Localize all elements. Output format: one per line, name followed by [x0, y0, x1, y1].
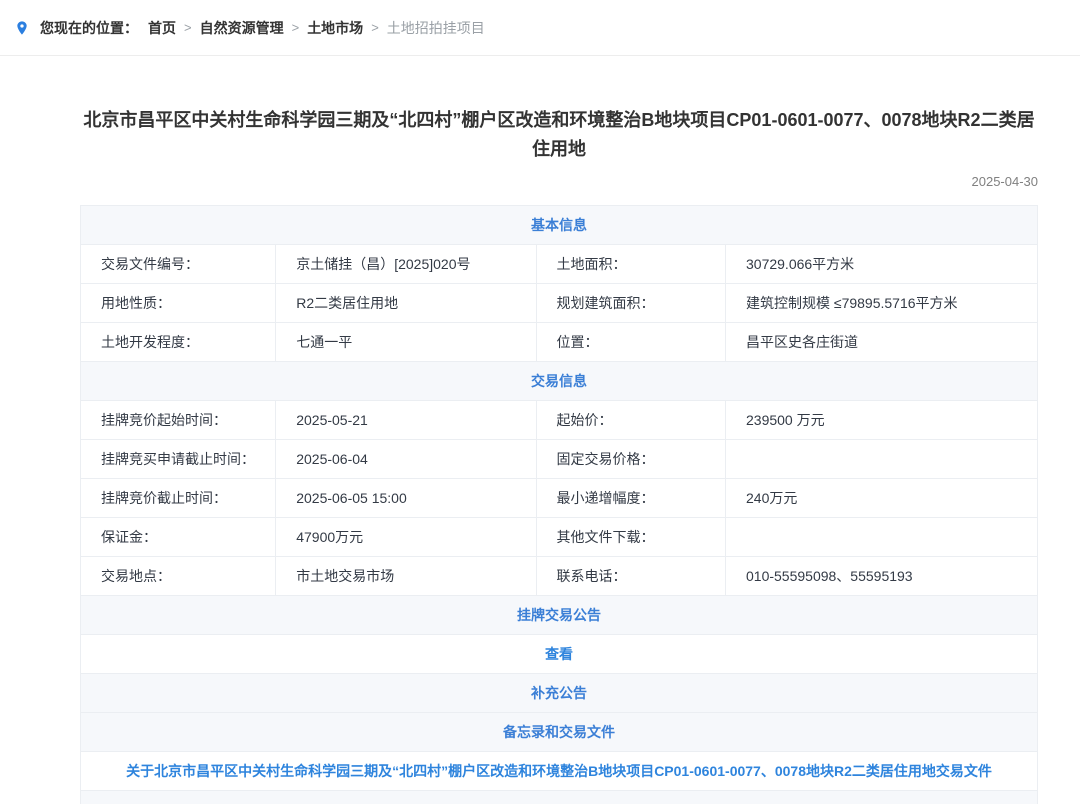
field-label: 联系电话： — [536, 556, 725, 595]
breadcrumb-item-4: 土地招拍挂项目 — [387, 18, 485, 38]
breadcrumb-item-2[interactable]: 自然资源管理 — [200, 18, 284, 38]
main-content: 北京市昌平区中关村生命科学园三期及“北四村”棚户区改造和环境整治B地块项目CP0… — [80, 56, 1038, 804]
field-value: 30729.066平方米 — [726, 244, 1038, 283]
field-value: 2025-05-21 — [276, 400, 536, 439]
field-label: 规划建筑面积： — [536, 283, 725, 322]
field-label: 挂牌竞价截止时间： — [81, 478, 276, 517]
document-link[interactable]: 查看 — [545, 646, 573, 662]
link-row: 查看 — [81, 634, 1038, 673]
breadcrumb-item-3[interactable]: 土地市场 — [307, 18, 363, 38]
table-row: 交易文件编号：京土储挂（昌）[2025]020号土地面积：30729.066平方… — [81, 244, 1038, 283]
field-label: 交易地点： — [81, 556, 276, 595]
field-value: 昌平区史各庄街道 — [726, 322, 1038, 361]
field-value: 240万元 — [726, 478, 1038, 517]
field-value: 010-55595098、55595193 — [726, 556, 1038, 595]
field-value: R2二类居住用地 — [276, 283, 536, 322]
section-row — [81, 790, 1038, 804]
info-table-body: 基本信息交易文件编号：京土储挂（昌）[2025]020号土地面积：30729.0… — [81, 205, 1038, 804]
section-row: 挂牌交易公告 — [81, 595, 1038, 634]
document-link[interactable]: 关于北京市昌平区中关村生命科学园三期及“北四村”棚户区改造和环境整治B地块项目C… — [126, 763, 992, 779]
breadcrumb-separator: > — [184, 20, 192, 35]
field-value — [726, 517, 1038, 556]
location-pin-icon — [14, 20, 30, 36]
field-value — [726, 439, 1038, 478]
section-row: 交易信息 — [81, 361, 1038, 400]
field-label: 挂牌竞买申请截止时间： — [81, 439, 276, 478]
field-label: 土地面积： — [536, 244, 725, 283]
link-row: 关于北京市昌平区中关村生命科学园三期及“北四村”棚户区改造和环境整治B地块项目C… — [81, 751, 1038, 790]
section-header: 备忘录和交易文件 — [503, 724, 615, 740]
breadcrumb-separator: > — [371, 20, 379, 35]
table-row: 保证金：47900万元其他文件下载： — [81, 517, 1038, 556]
field-label: 保证金： — [81, 517, 276, 556]
field-value: 建筑控制规模 ≤79895.5716平方米 — [726, 283, 1038, 322]
field-label: 最小递增幅度： — [536, 478, 725, 517]
field-label: 其他文件下载： — [536, 517, 725, 556]
section-row: 补充公告 — [81, 673, 1038, 712]
field-value: 市土地交易市场 — [276, 556, 536, 595]
table-row: 交易地点：市土地交易市场联系电话：010-55595098、55595193 — [81, 556, 1038, 595]
table-row: 土地开发程度：七通一平位置：昌平区史各庄街道 — [81, 322, 1038, 361]
field-value: 2025-06-04 — [276, 439, 536, 478]
breadcrumb-prefix: 您现在的位置： — [40, 18, 138, 38]
table-row: 挂牌竞价起始时间：2025-05-21起始价：239500 万元 — [81, 400, 1038, 439]
section-header: 基本信息 — [531, 217, 587, 233]
publish-date: 2025-04-30 — [80, 174, 1038, 189]
field-label: 用地性质： — [81, 283, 276, 322]
section-header: 挂牌交易公告 — [517, 607, 601, 623]
page-title: 北京市昌平区中关村生命科学园三期及“北四村”棚户区改造和环境整治B地块项目CP0… — [80, 106, 1038, 164]
field-value: 2025-06-05 15:00 — [276, 478, 536, 517]
field-value: 京土储挂（昌）[2025]020号 — [276, 244, 536, 283]
info-table: 基本信息交易文件编号：京土储挂（昌）[2025]020号土地面积：30729.0… — [80, 205, 1038, 804]
field-value: 七通一平 — [276, 322, 536, 361]
table-row: 用地性质：R2二类居住用地规划建筑面积：建筑控制规模 ≤79895.5716平方… — [81, 283, 1038, 322]
section-row: 备忘录和交易文件 — [81, 712, 1038, 751]
breadcrumb: 您现在的位置： 首页 > 自然资源管理 > 土地市场 > 土地招拍挂项目 — [0, 0, 1080, 56]
field-label: 挂牌竞价起始时间： — [81, 400, 276, 439]
field-value: 47900万元 — [276, 517, 536, 556]
field-label: 固定交易价格： — [536, 439, 725, 478]
table-row: 挂牌竞价截止时间：2025-06-05 15:00最小递增幅度：240万元 — [81, 478, 1038, 517]
breadcrumb-separator: > — [292, 20, 300, 35]
table-row: 挂牌竞买申请截止时间：2025-06-04固定交易价格： — [81, 439, 1038, 478]
breadcrumb-items: 首页 > 自然资源管理 > 土地市场 > 土地招拍挂项目 — [140, 18, 493, 38]
section-row: 基本信息 — [81, 205, 1038, 244]
field-value: 239500 万元 — [726, 400, 1038, 439]
field-label: 交易文件编号： — [81, 244, 276, 283]
section-header: 交易信息 — [531, 373, 587, 389]
field-label: 位置： — [536, 322, 725, 361]
section-header: 补充公告 — [531, 685, 587, 701]
field-label: 土地开发程度： — [81, 322, 276, 361]
breadcrumb-item-1[interactable]: 首页 — [148, 18, 176, 38]
field-label: 起始价： — [536, 400, 725, 439]
